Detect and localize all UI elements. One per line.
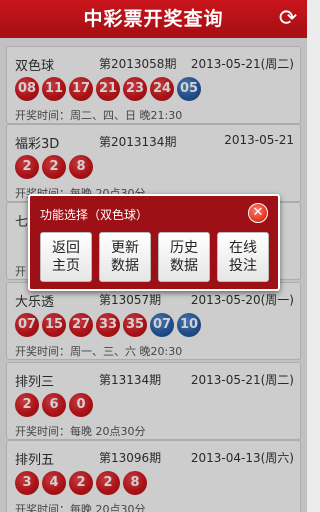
button-label-line1: 在线 [229, 240, 257, 256]
button-label-line2: 数据 [170, 258, 198, 274]
button-label-line1: 历史 [170, 240, 198, 256]
button-label-line2: 投注 [229, 258, 257, 274]
history-data-button[interactable]: 历史 数据 [158, 232, 210, 282]
refresh-icon[interactable]: ⟳ [275, 6, 301, 32]
back-home-button[interactable]: 返回 主页 [40, 232, 92, 282]
function-select-dialog: 功能选择（双色球） ✕ 返回 主页 更新 数据 历史 数据 在线 投注 [28, 194, 280, 291]
update-data-button[interactable]: 更新 数据 [99, 232, 151, 282]
online-bet-button[interactable]: 在线 投注 [217, 232, 269, 282]
app-title: 中彩票开奖查询 [83, 8, 224, 30]
button-label-line2: 数据 [111, 258, 139, 274]
button-label-line1: 更新 [111, 240, 139, 256]
button-label-line1: 返回 [52, 240, 80, 256]
dialog-title: 功能选择（双色球） [40, 208, 149, 222]
title-bar: 中彩票开奖查询 ⟳ [0, 0, 307, 38]
button-label-line2: 主页 [52, 258, 80, 274]
close-icon[interactable]: ✕ [248, 203, 268, 223]
